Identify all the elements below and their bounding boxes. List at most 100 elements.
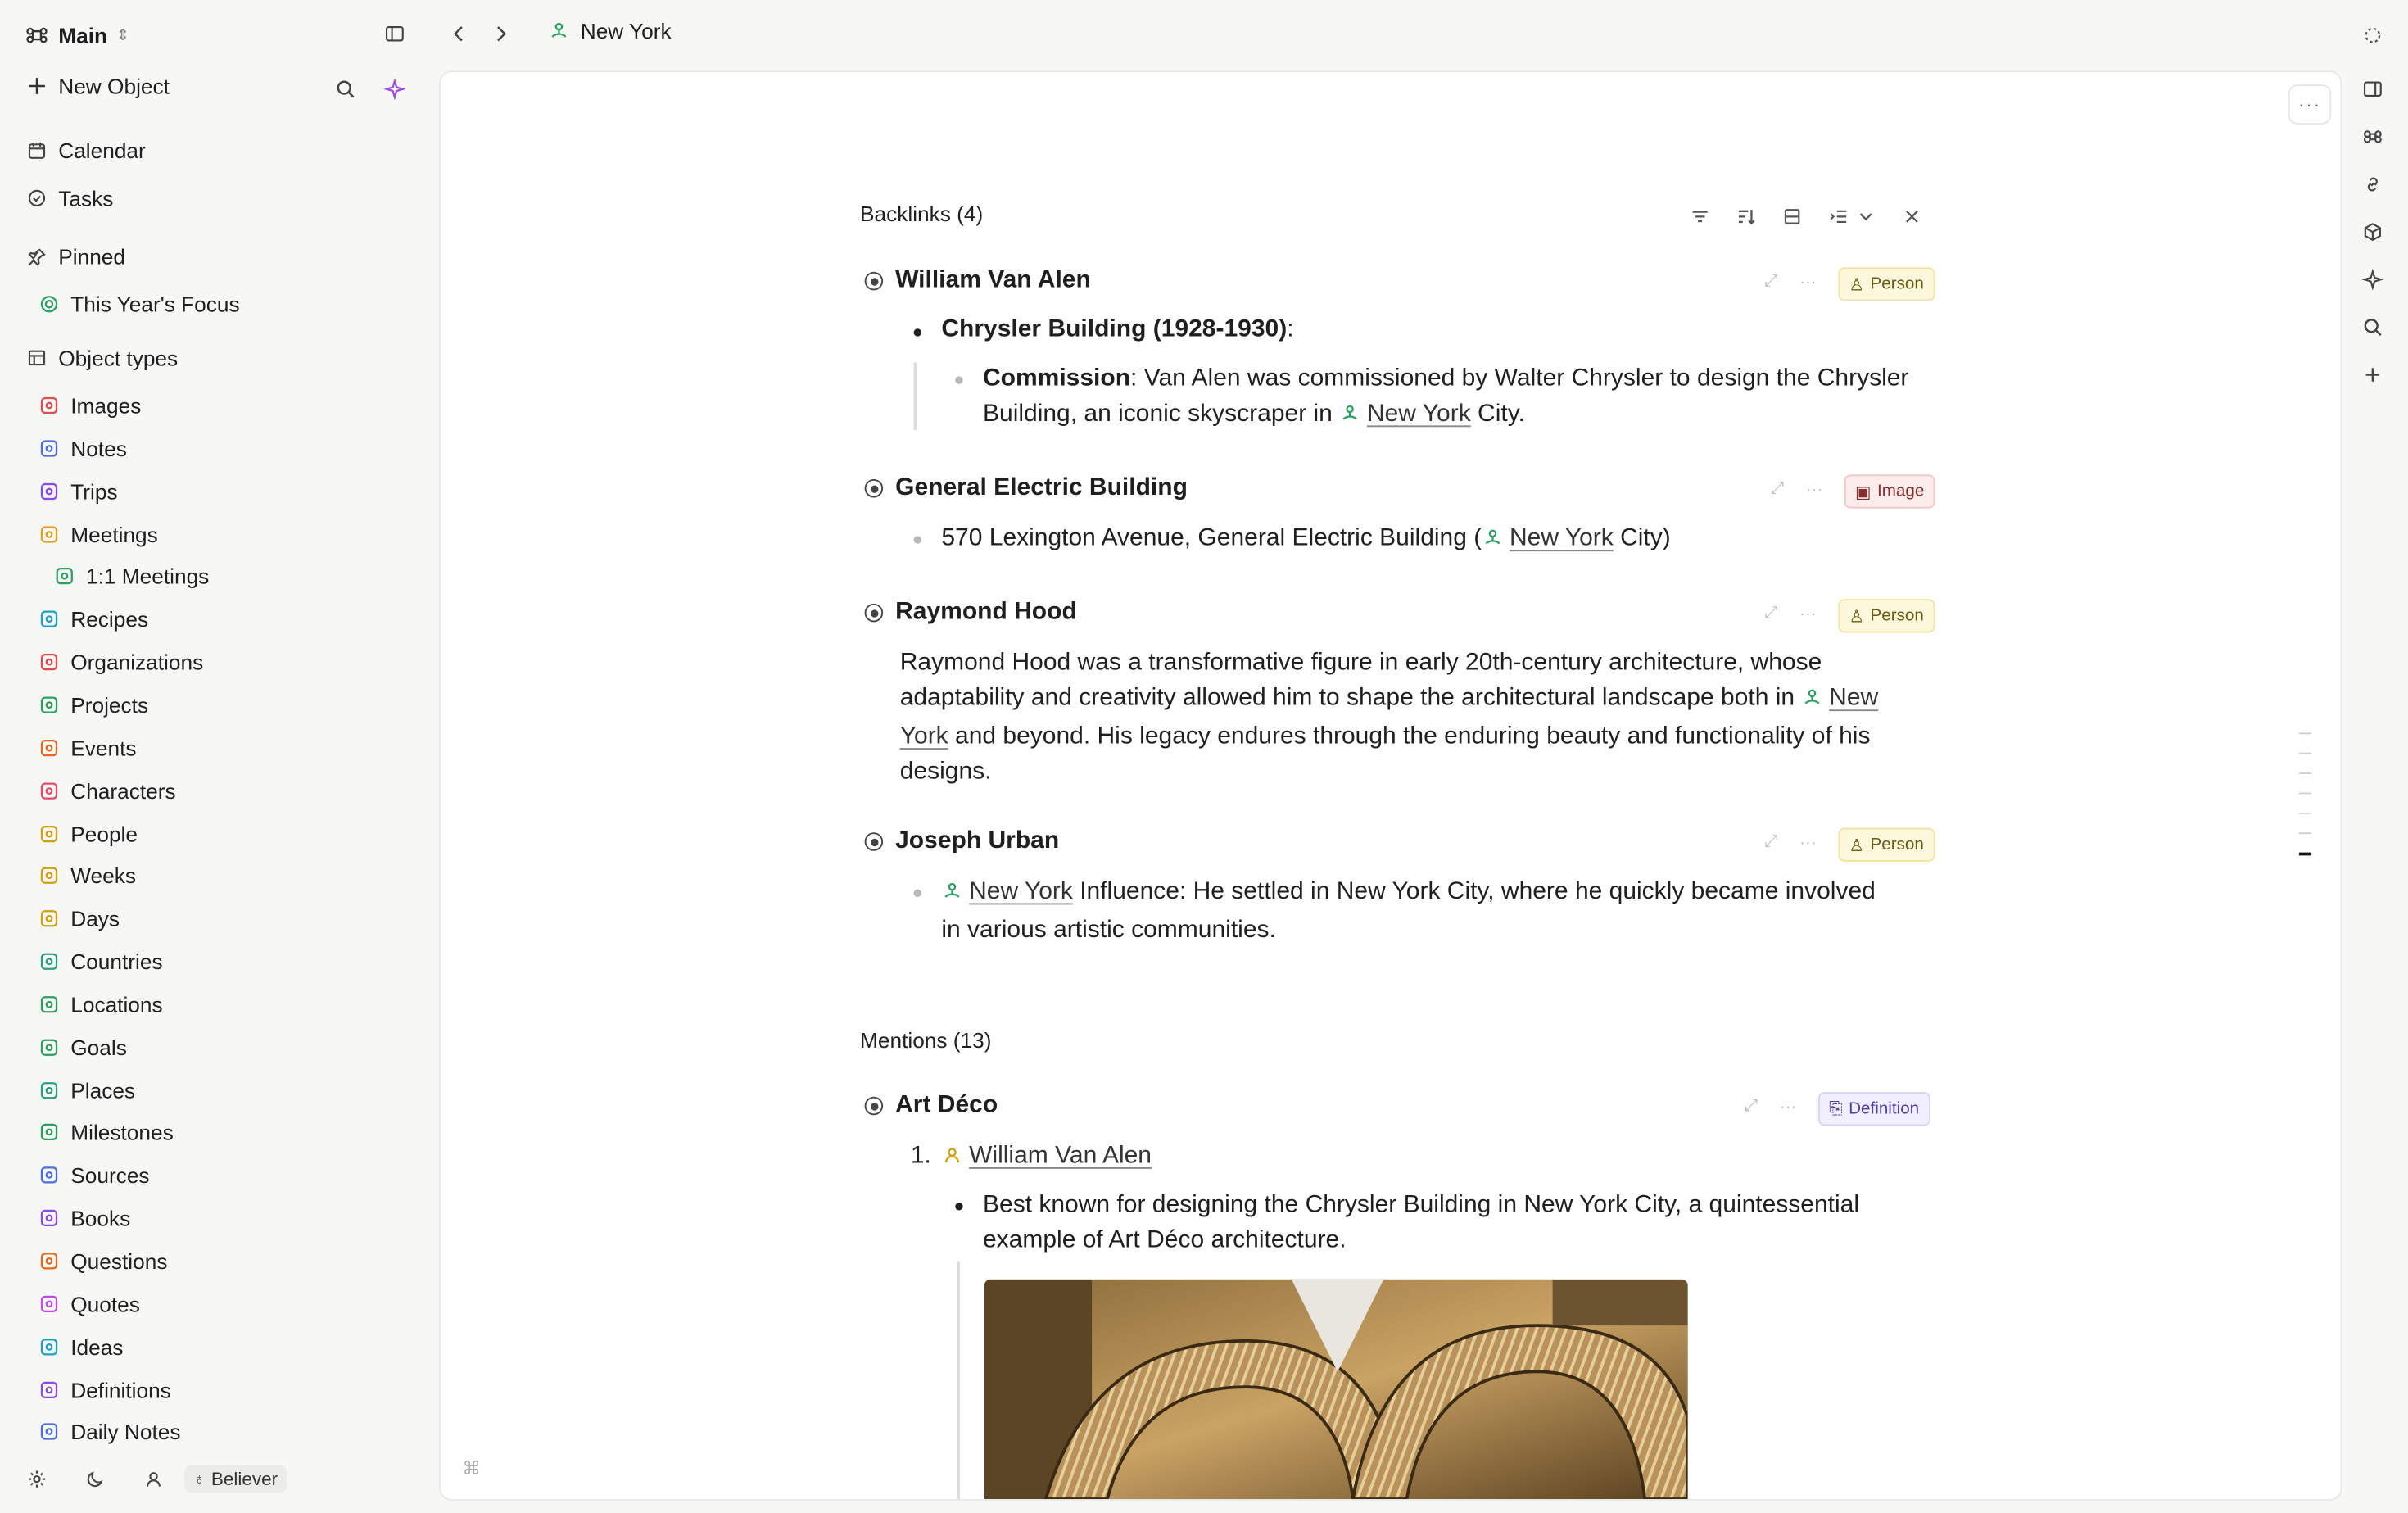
gear-icon[interactable] xyxy=(25,1467,49,1492)
sort-icon[interactable] xyxy=(1734,204,1758,229)
moon-icon[interactable] xyxy=(83,1467,107,1492)
sidebar-item-days[interactable]: Days xyxy=(37,904,120,935)
type-tag-person[interactable]: ♙ Person xyxy=(1838,267,1935,301)
sidebar-item-notes[interactable]: Notes xyxy=(37,433,127,464)
close-icon[interactable] xyxy=(1899,204,1924,229)
sidebar-item-label: Tasks xyxy=(58,185,114,211)
new-object-button[interactable]: New Object xyxy=(25,74,170,98)
sidebar-item-people[interactable]: People xyxy=(37,818,138,849)
sidebar-item-milestones[interactable]: Milestones xyxy=(37,1117,174,1148)
layout-icon[interactable] xyxy=(1780,204,1804,229)
sidebar-item-events[interactable]: Events xyxy=(37,732,137,763)
mention-entry-title[interactable]: Art Déco xyxy=(864,1092,998,1120)
ellipsis-icon[interactable]: ··· xyxy=(1806,480,1823,499)
filter-icon[interactable] xyxy=(1688,204,1713,229)
sun-icon xyxy=(37,907,61,931)
rail-cube-icon[interactable] xyxy=(2359,220,2387,244)
person-link[interactable]: William Van Alen xyxy=(969,1143,1152,1169)
rail-command-icon[interactable] xyxy=(2359,125,2387,149)
sidebar-item-label: Questions xyxy=(70,1248,168,1274)
breadcrumb[interactable]: New York xyxy=(547,19,672,43)
target-icon xyxy=(37,292,61,316)
rail-loader-icon[interactable] xyxy=(2359,23,2387,48)
sidebar-item-characters[interactable]: Characters xyxy=(37,775,176,806)
sidebar-toggle-icon[interactable] xyxy=(382,21,407,46)
sidebar-item-organizations[interactable]: Organizations xyxy=(37,647,203,678)
flame-icon: ♁ xyxy=(193,1470,206,1488)
sidebar-item-definitions[interactable]: Definitions xyxy=(37,1374,171,1405)
new-york-link-cont[interactable]: York xyxy=(900,723,948,750)
command-icon xyxy=(25,23,49,48)
pinned-section-header[interactable]: Pinned xyxy=(25,241,125,272)
workspace-switcher[interactable]: Main ⇕ xyxy=(25,19,129,52)
expand-icon[interactable]: ⤢ xyxy=(1745,1097,1758,1117)
type-tag-person[interactable]: ♙ Person xyxy=(1838,827,1935,862)
command-hint-icon[interactable]: ⌘ xyxy=(462,1457,481,1479)
sidebar-item-images[interactable]: Images xyxy=(37,390,141,421)
type-tag-image[interactable]: ▣ Image xyxy=(1844,474,1935,509)
sidebar-item-books[interactable]: Books xyxy=(37,1203,130,1234)
rail-link-icon[interactable] xyxy=(2359,172,2387,197)
sidebar-item-ideas[interactable]: Ideas xyxy=(37,1331,123,1362)
workspace-name: Main xyxy=(58,23,108,48)
backlink-entry-title[interactable]: Joseph Urban xyxy=(864,828,1059,856)
sparkle-icon[interactable] xyxy=(382,77,407,102)
sidebar-item-quotes[interactable]: Quotes xyxy=(37,1289,140,1320)
ellipsis-icon[interactable]: ··· xyxy=(1799,833,1817,852)
backlink-entry-title[interactable]: Raymond Hood xyxy=(864,599,1077,627)
sidebar-item-trips[interactable]: Trips xyxy=(37,476,118,507)
rail-panel-icon[interactable] xyxy=(2359,77,2387,102)
ellipsis-icon[interactable]: ··· xyxy=(1799,605,1817,623)
user-badge[interactable]: ♁ Believer xyxy=(184,1465,287,1493)
sidebar-item-goals[interactable]: Goals xyxy=(37,1032,127,1063)
new-york-link[interactable]: New York xyxy=(969,879,1073,905)
sidebar-item-sources[interactable]: Sources xyxy=(37,1160,150,1191)
more-options-button[interactable]: ··· xyxy=(2288,84,2332,125)
view-options-dropdown[interactable] xyxy=(1826,204,1878,229)
scroll-minimap[interactable] xyxy=(2298,732,2311,874)
sidebar-item-projects[interactable]: Projects xyxy=(37,690,148,721)
sidebar-item-label: Books xyxy=(70,1206,131,1231)
ellipsis-icon[interactable]: ··· xyxy=(1799,273,1817,292)
sidebar-item-weeks[interactable]: Weeks xyxy=(37,861,136,892)
sidebar-item-tasks[interactable]: Tasks xyxy=(25,183,113,214)
sidebar-item-locations[interactable]: Locations xyxy=(37,989,163,1020)
bullet-radio-icon xyxy=(864,1096,884,1116)
expand-icon[interactable]: ⤢ xyxy=(1764,272,1778,292)
sidebar-item-this-years-focus[interactable]: This Year's Focus xyxy=(37,289,240,320)
sidebar-item-daily-notes[interactable]: Daily Notes xyxy=(37,1416,180,1447)
backlink-entry-title[interactable]: William Van Alen xyxy=(864,267,1091,295)
backlink-entry-title[interactable]: General Electric Building xyxy=(864,474,1188,502)
sidebar-item-label: Goals xyxy=(70,1035,127,1060)
object-types-section-header[interactable]: Object types xyxy=(25,342,178,374)
bullet-radio-icon xyxy=(864,271,884,291)
rail-search-icon[interactable] xyxy=(2359,315,2387,339)
type-tag-definition[interactable]: ⎘ Definition xyxy=(1818,1092,1930,1126)
expand-icon[interactable]: ⤢ xyxy=(1771,479,1785,499)
expand-icon[interactable]: ⤢ xyxy=(1764,832,1778,852)
sidebar-item-1-1-meetings[interactable]: 1:1 Meetings xyxy=(52,561,209,592)
sidebar-item-questions[interactable]: Questions xyxy=(37,1246,167,1277)
sidebar-item-calendar[interactable]: Calendar xyxy=(25,135,146,166)
location-icon xyxy=(1801,683,1822,718)
building-photo[interactable] xyxy=(984,1279,1688,1499)
back-icon[interactable] xyxy=(447,21,472,46)
forward-icon[interactable] xyxy=(488,21,513,46)
sidebar-item-countries[interactable]: Countries xyxy=(37,946,163,977)
expand-icon[interactable]: ⤢ xyxy=(1764,604,1778,623)
sidebar-item-meetings[interactable]: Meetings xyxy=(37,519,158,550)
user-icon[interactable] xyxy=(142,1467,166,1492)
type-tag-person[interactable]: ♙ Person xyxy=(1838,599,1935,633)
sidebar-item-label: Definitions xyxy=(70,1377,171,1402)
sidebar-item-places[interactable]: Places xyxy=(37,1075,135,1106)
search-icon[interactable] xyxy=(333,77,358,102)
rail-plus-icon[interactable] xyxy=(2359,363,2387,387)
target-icon xyxy=(37,1035,61,1059)
ellipsis-icon[interactable]: ··· xyxy=(1780,1098,1797,1117)
new-york-link[interactable]: New York xyxy=(1367,401,1471,427)
entry-actions: ⤢ ··· xyxy=(1764,832,1816,852)
rail-sparkle-icon[interactable] xyxy=(2359,267,2387,292)
new-york-link[interactable]: New xyxy=(1829,685,1878,711)
sidebar-item-recipes[interactable]: Recipes xyxy=(37,604,148,635)
new-york-link[interactable]: New York xyxy=(1510,525,1614,551)
